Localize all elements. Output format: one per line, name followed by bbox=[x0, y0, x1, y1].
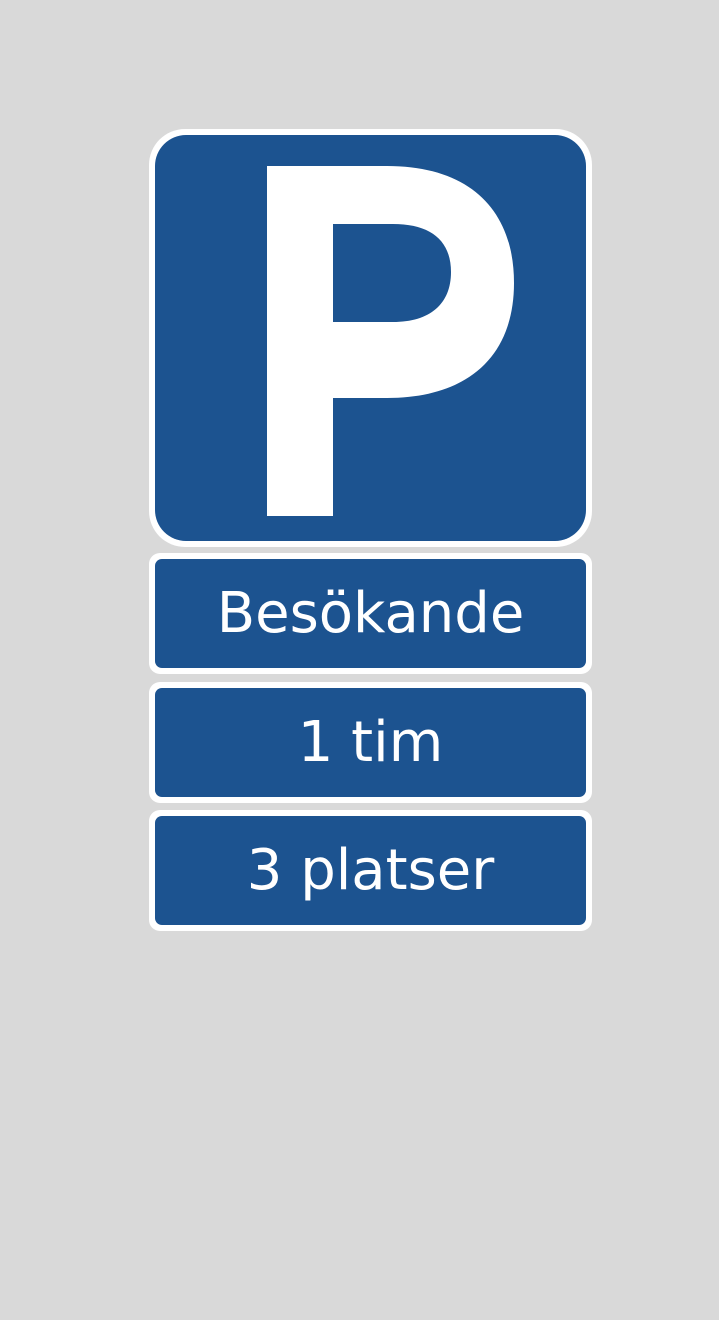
plate-visitors: Besökande bbox=[149, 553, 592, 674]
parking-sign bbox=[149, 129, 592, 547]
parking-p-icon bbox=[267, 166, 514, 516]
plate-time-limit: 1 tim bbox=[149, 682, 592, 803]
plate-time-limit-label: 1 tim bbox=[297, 709, 444, 775]
plate-visitors-label: Besökande bbox=[216, 580, 525, 646]
parking-sign-face bbox=[155, 135, 586, 541]
plate-spaces: 3 platser bbox=[149, 810, 592, 931]
plate-spaces-label: 3 platser bbox=[246, 837, 495, 903]
